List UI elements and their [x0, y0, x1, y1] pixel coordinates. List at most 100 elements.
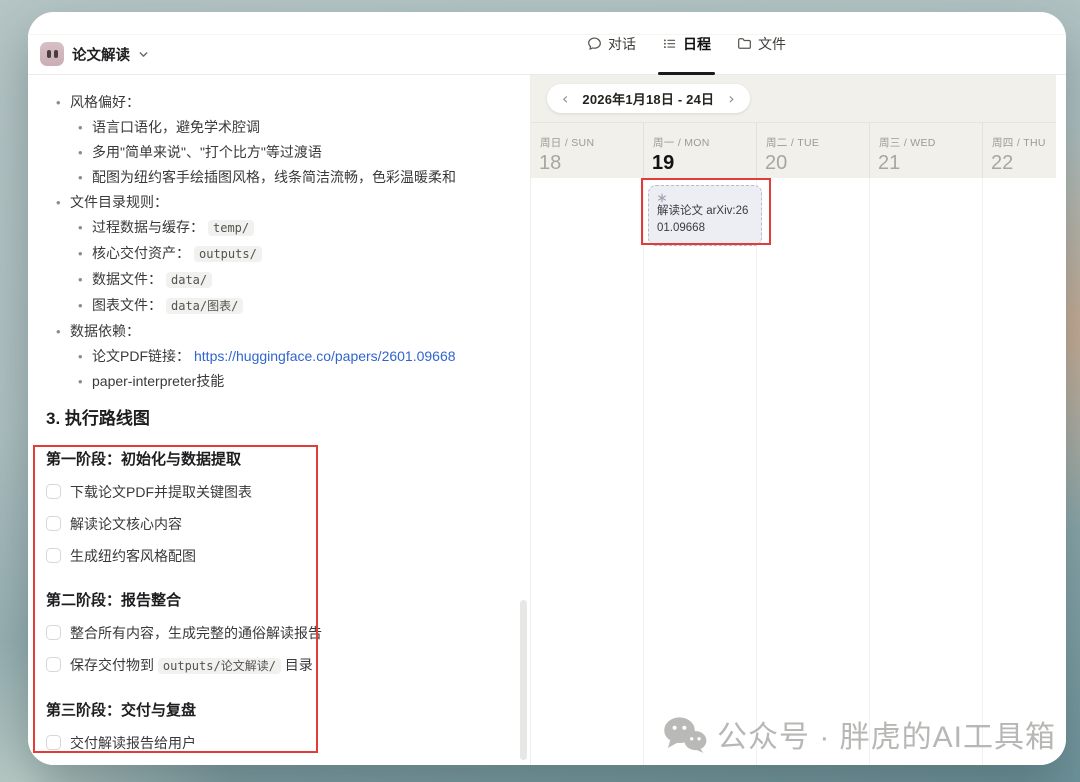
doc-list-item: •paper-interpreter技能 [44, 372, 506, 391]
bullet-icon: • [78, 347, 83, 366]
task-row: 整合所有内容，生成完整的通俗解读报告 [46, 624, 506, 643]
day-label: 周二 / TUE [757, 123, 869, 150]
paper-pdf-link[interactable]: https://huggingface.co/papers/2601.09668 [194, 348, 456, 364]
doc-list-item: • 图表文件：data/图表/ [44, 296, 506, 316]
doc-item-text: 配图为纽约客手绘插图风格，线条简洁流畅，色彩温暖柔和 [92, 169, 456, 185]
bullet-icon: • [56, 193, 61, 212]
day-number: 18 [531, 150, 643, 178]
day-cell[interactable] [531, 178, 643, 765]
bullet-icon: • [78, 218, 83, 237]
app-window: 论文解读 对话 日程 文件 • 风格偏好： • 语言口语化，避免学术腔调 • 多用"简单来说"… [28, 12, 1066, 765]
calendar-event[interactable]: 解读论文 arXiv:2601.09668 [648, 185, 762, 246]
doc-item-text: 风格偏好： [70, 94, 140, 110]
document-panel: • 风格偏好： • 语言口语化，避免学术腔调 • 多用"简单来说"、"打个比方"等过渡语 •… [28, 75, 530, 765]
tab-schedule[interactable]: 日程 [660, 12, 713, 75]
task-checkbox[interactable] [46, 548, 61, 563]
bullet-icon: • [56, 93, 61, 112]
doc-item-text: 数据依赖： [70, 323, 140, 339]
bullet-icon: • [78, 143, 83, 162]
day-label: 周日 / SUN [531, 123, 643, 150]
doc-list-item: •配图为纽约客手绘插图风格，线条简洁流畅，色彩温暖柔和 [44, 168, 506, 187]
phase-title: 第二阶段：报告整合 [46, 590, 506, 611]
app-switcher[interactable]: 论文解读 [40, 42, 149, 66]
tab-files[interactable]: 文件 [735, 12, 788, 75]
doc-list-item: • 语言口语化，避免学术腔调 [44, 118, 506, 137]
task-checkbox[interactable] [46, 735, 61, 750]
calendar-day-column[interactable]: 周三 / WED21 [870, 123, 983, 765]
doc-list-item: • 过程数据与缓存：temp/ [44, 218, 506, 238]
phase-block: 第二阶段：报告整合整合所有内容，生成完整的通俗解读报告保存交付物到 output… [46, 590, 506, 676]
inline-code: data/ [166, 272, 212, 288]
sparkle-icon [657, 190, 753, 201]
doc-item-text: 语言口语化，避免学术腔调 [92, 119, 260, 135]
task-checkbox[interactable] [46, 484, 61, 499]
day-cell[interactable] [870, 178, 982, 765]
inline-code: temp/ [208, 220, 254, 236]
calendar-day-column[interactable]: 周一 / MON19解读论文 arXiv:2601.09668 [644, 123, 757, 765]
doc-list-item: • 风格偏好： [44, 93, 506, 112]
calendar-panel: ‹ 2026年1月18日 - 24日 › 周日 / SUN18周一 / MON1… [530, 75, 1066, 765]
task-row: 交付解读报告给用户 [46, 734, 506, 753]
day-label: 周一 / MON [644, 123, 756, 150]
task-checkbox[interactable] [46, 625, 61, 640]
doc-item-text: 多用"简单来说"、"打个比方"等过渡语 [92, 144, 322, 160]
day-number: 21 [870, 150, 982, 178]
doc-item-text: 文件目录规则： [70, 194, 168, 210]
inline-code: outputs/论文解读/ [158, 658, 281, 674]
calendar-event-title: 解读论文 arXiv:2601.09668 [657, 203, 753, 238]
phase-block: 第一阶段：初始化与数据提取下载论文PDF并提取关键图表解读论文核心内容生成纽约客… [46, 449, 506, 566]
calendar-day-column[interactable]: 周四 / THU22 [983, 123, 1056, 765]
bullet-icon: • [78, 372, 83, 391]
calendar-nav: ‹ 2026年1月18日 - 24日 › [531, 75, 1056, 123]
day-cell[interactable] [757, 178, 869, 765]
folder-icon [737, 36, 752, 51]
section-heading: 3. 执行路线图 [46, 407, 506, 431]
task-row: 生成纽约客风格配图 [46, 547, 506, 566]
document-list: • 风格偏好： • 语言口语化，避免学术腔调 • 多用"简单来说"、"打个比方"等过渡语 •… [44, 93, 506, 391]
task-label: 生成纽约客风格配图 [70, 547, 196, 566]
chat-bubble-icon [587, 36, 602, 51]
day-cell[interactable]: 解读论文 arXiv:2601.09668 [644, 178, 756, 765]
phase-block: 第三阶段：交付与复盘交付解读报告给用户根据用户反馈调整后续解读方法 [46, 700, 506, 765]
day-number: 22 [983, 150, 1056, 178]
agenda-icon [662, 36, 677, 51]
task-row: 下载论文PDF并提取关键图表 [46, 483, 506, 502]
next-week-button[interactable]: › [726, 91, 736, 107]
app-title: 论文解读 [72, 44, 130, 65]
bullet-icon: • [78, 244, 83, 263]
tab-chat[interactable]: 对话 [585, 12, 638, 75]
doc-item-text: 过程数据与缓存： [92, 219, 204, 235]
document-scrollbar[interactable] [520, 600, 527, 760]
doc-item-text: 核心交付资产： [92, 245, 190, 261]
bullet-icon: • [78, 296, 83, 315]
inline-code: data/图表/ [166, 298, 243, 314]
tab-label: 文件 [758, 34, 786, 54]
doc-list-item: • 数据依赖： [44, 322, 506, 341]
doc-list-item: •数据文件：data/ [44, 270, 506, 290]
task-row: 保存交付物到 outputs/论文解读/ 目录 [46, 656, 506, 676]
calendar-day-column[interactable]: 周二 / TUE20 [757, 123, 870, 765]
prev-week-button[interactable]: ‹ [560, 91, 570, 107]
task-checkbox[interactable] [46, 516, 61, 531]
day-cell[interactable] [983, 178, 1056, 765]
doc-list-item: •论文PDF链接：https://huggingface.co/papers/2… [44, 347, 506, 366]
doc-item-text: 图表文件： [92, 297, 162, 313]
doc-item-text: 数据文件： [92, 271, 162, 287]
tab-label: 对话 [608, 34, 636, 54]
chevron-down-icon [138, 49, 149, 60]
tab-label: 日程 [683, 34, 711, 54]
date-range-label[interactable]: 2026年1月18日 - 24日 [582, 89, 714, 108]
task-label: 保存交付物到 outputs/论文解读/ 目录 [70, 656, 313, 676]
task-checkbox[interactable] [46, 657, 61, 672]
doc-list-item: • 文件目录规则： [44, 193, 506, 212]
calendar-grid: 周日 / SUN18周一 / MON19解读论文 arXiv:2601.0966… [531, 123, 1056, 765]
calendar-day-column[interactable]: 周日 / SUN18 [531, 123, 644, 765]
date-range-pill: ‹ 2026年1月18日 - 24日 › [547, 84, 750, 113]
task-label: 交付解读报告给用户 [70, 734, 196, 753]
view-tabs: 对话 日程 文件 [585, 12, 788, 75]
task-row: 解读论文核心内容 [46, 515, 506, 534]
bullet-icon: • [56, 322, 61, 341]
day-label: 周三 / WED [870, 123, 982, 150]
window-header: 论文解读 对话 日程 文件 [28, 12, 1066, 75]
bullet-icon: • [78, 118, 83, 137]
